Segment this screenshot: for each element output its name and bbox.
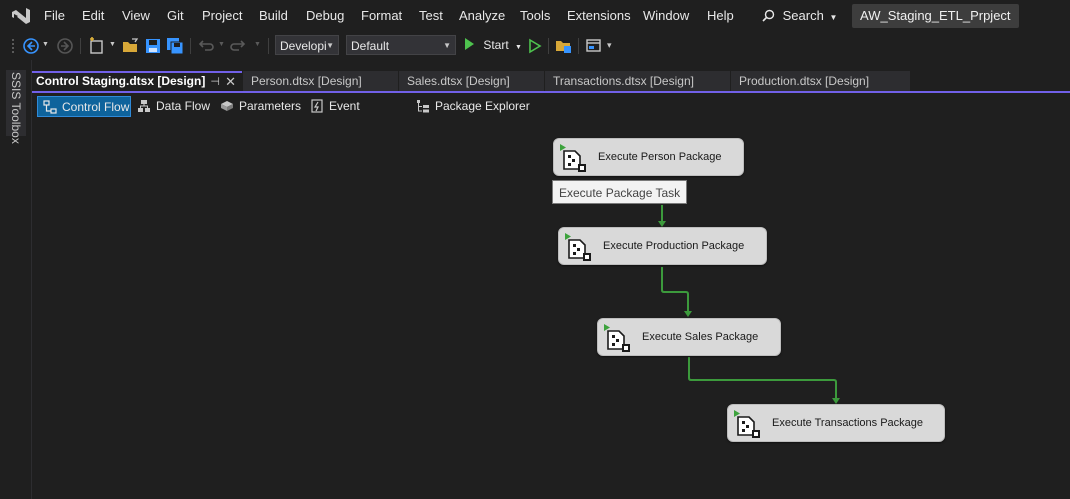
- document-tab-accent-line: [32, 91, 1070, 93]
- tab-label: Control Staging.dtsx [Design]: [36, 74, 206, 88]
- tab-production[interactable]: Production.dtsx [Design]: [731, 71, 910, 91]
- task-label: Execute Sales Package: [642, 331, 759, 343]
- task-label: Execute Transactions Package: [772, 417, 924, 429]
- chevron-down-icon: ▼: [326, 41, 334, 50]
- open-folder-icon[interactable]: [122, 37, 140, 55]
- search-label: Search: [782, 8, 824, 23]
- execute-package-task-icon: [604, 324, 630, 352]
- event-handlers-icon: [311, 99, 323, 113]
- solution-name[interactable]: AW_Staging_ETL_Prpject: [852, 4, 1019, 28]
- start-play-icon: [465, 38, 474, 50]
- execute-package-task-icon: [565, 233, 591, 261]
- undo-dropdown-icon[interactable]: ▼: [218, 41, 225, 48]
- tab-event-handlers[interactable]: Event Handlers: [305, 96, 410, 134]
- start-button[interactable]: Start ▼: [462, 37, 522, 55]
- parameters-icon: [221, 101, 233, 111]
- toolbar-grip: [12, 39, 17, 53]
- chevron-down-icon: ▼: [829, 13, 838, 22]
- tab-label: Transactions.dtsx [Design]: [553, 74, 694, 88]
- menu-format[interactable]: Format: [361, 8, 402, 23]
- ssis-toolbox-label[interactable]: SSIS Toolbox: [9, 72, 23, 144]
- redo-dropdown-icon[interactable]: ▼: [254, 41, 261, 48]
- undo-icon[interactable]: [196, 37, 214, 55]
- menu-build[interactable]: Build: [259, 8, 288, 23]
- control-flow-canvas[interactable]: [33, 120, 1070, 499]
- search-box[interactable]: Search ▼: [762, 8, 837, 23]
- tab-data-flow[interactable]: Data Flow: [132, 96, 212, 117]
- task-execute-person-package[interactable]: Execute Person Package: [553, 138, 744, 176]
- toolbar-overflow-icon[interactable]: ▾: [607, 40, 612, 51]
- toolbar-separator: [190, 38, 191, 54]
- solution-platform-select[interactable]: Default ▼: [346, 35, 456, 55]
- menu-test[interactable]: Test: [419, 8, 443, 23]
- solution-explorer-folder-icon[interactable]: [555, 37, 573, 55]
- designer-tab-label: Package Explorer: [435, 99, 530, 113]
- tab-package-explorer[interactable]: Package Explorer: [411, 96, 536, 117]
- toolbar-separator: [268, 38, 269, 54]
- new-dropdown-icon[interactable]: ▼: [109, 41, 116, 48]
- solution-platform-value: Default: [351, 39, 390, 53]
- pin-icon[interactable]: ⊣: [210, 74, 220, 91]
- solution-configuration-value: Developi: [280, 39, 327, 53]
- execute-package-task-icon: [734, 410, 760, 438]
- task-label: Execute Production Package: [603, 240, 745, 252]
- task-label: Execute Person Package: [598, 151, 722, 163]
- tab-sales[interactable]: Sales.dtsx [Design]: [399, 71, 544, 91]
- save-all-icon[interactable]: [166, 37, 184, 55]
- task-execute-production-package[interactable]: Execute Production Package: [558, 227, 767, 265]
- close-icon[interactable]: ✕: [225, 73, 236, 90]
- menu-file[interactable]: File: [44, 8, 65, 23]
- tab-transactions[interactable]: Transactions.dtsx [Design]: [545, 71, 730, 91]
- new-project-icon[interactable]: [88, 37, 106, 55]
- menu-analyze[interactable]: Analyze: [459, 8, 505, 23]
- control-flow-icon: [43, 100, 57, 114]
- search-icon: [762, 9, 775, 22]
- menu-extensions[interactable]: Extensions: [567, 8, 631, 23]
- execute-package-task-icon: [560, 144, 586, 172]
- toolbar-separator: [578, 38, 579, 54]
- toolbar-separator: [548, 38, 549, 54]
- tooltip: Execute Package Task: [552, 180, 688, 204]
- browser-window-icon[interactable]: [585, 37, 603, 55]
- tab-control-staging[interactable]: Control Staging.dtsx [Design] ⊣ ✕: [32, 71, 242, 91]
- navigate-forward-icon[interactable]: [56, 37, 74, 55]
- tab-label: Person.dtsx [Design]: [251, 74, 362, 88]
- data-flow-icon: [138, 100, 150, 112]
- visual-studio-logo-icon[interactable]: [10, 6, 32, 26]
- designer-tab-label: Parameters: [239, 99, 302, 113]
- menu-tools[interactable]: Tools: [520, 8, 550, 23]
- task-execute-sales-package[interactable]: Execute Sales Package: [597, 318, 781, 356]
- menu-debug[interactable]: Debug: [306, 8, 344, 23]
- menu-help[interactable]: Help: [707, 8, 734, 23]
- tab-person[interactable]: Person.dtsx [Design]: [243, 71, 398, 91]
- menu-window[interactable]: Window: [643, 8, 689, 23]
- start-without-debugging-icon[interactable]: [526, 37, 544, 55]
- package-explorer-icon: [417, 100, 429, 113]
- navigate-back-icon[interactable]: [22, 37, 40, 55]
- designer-tab-label: Data Flow: [156, 99, 211, 113]
- menu-edit[interactable]: Edit: [82, 8, 104, 23]
- tab-label: Sales.dtsx [Design]: [407, 74, 510, 88]
- save-icon[interactable]: [144, 37, 162, 55]
- standard-toolbar: ▼ ▼ ▼ ▼ Developi ▼ Default ▼ Start ▼ ▾: [0, 32, 1070, 60]
- designer-tab-label: Control Flow: [62, 100, 130, 114]
- solution-configuration-select[interactable]: Developi ▼: [275, 35, 339, 55]
- menu-bar: File Edit View Git Project Build Debug F…: [0, 0, 1070, 32]
- designer-tabs: Control Flow Data Flow Parameters Event …: [32, 96, 1070, 134]
- document-tabs: Control Staging.dtsx [Design] ⊣ ✕ Person…: [32, 71, 1070, 92]
- tab-control-flow[interactable]: Control Flow: [37, 96, 131, 117]
- menu-git[interactable]: Git: [167, 8, 184, 23]
- start-label: Start: [483, 38, 509, 52]
- redo-icon[interactable]: [230, 37, 248, 55]
- task-execute-transactions-package[interactable]: Execute Transactions Package: [727, 404, 945, 442]
- tab-label: Production.dtsx [Design]: [739, 74, 870, 88]
- tab-parameters[interactable]: Parameters: [215, 96, 305, 117]
- toolbar-separator: [80, 38, 81, 54]
- chevron-down-icon: ▼: [443, 41, 451, 50]
- start-dropdown-icon: ▼: [515, 44, 522, 51]
- back-dropdown-icon[interactable]: ▼: [42, 41, 49, 48]
- menu-project[interactable]: Project: [202, 8, 242, 23]
- menu-view[interactable]: View: [122, 8, 150, 23]
